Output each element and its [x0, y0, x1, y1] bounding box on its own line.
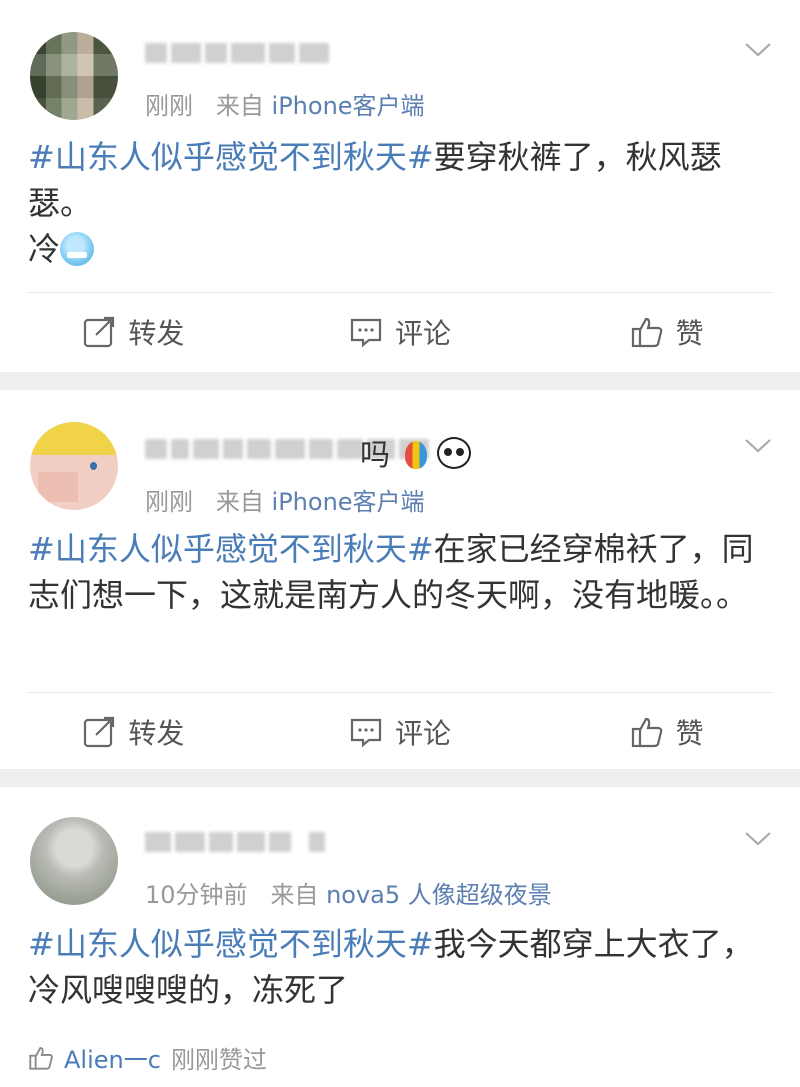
liked-by-row: Alien一c 刚刚赞过 — [28, 1040, 267, 1075]
comment-button[interactable]: 评论 — [267, 302, 534, 362]
comment-icon — [350, 318, 382, 348]
username-blurred[interactable] — [145, 40, 329, 66]
post-time: 10分钟前 — [145, 881, 248, 909]
comment-label: 评论 — [395, 717, 452, 750]
comment-button[interactable]: 评论 — [267, 702, 534, 762]
username-blurred[interactable] — [145, 829, 325, 855]
repost-button[interactable]: 转发 — [0, 702, 267, 762]
post-source[interactable]: iPhone客户端 — [272, 92, 425, 120]
repost-button[interactable]: 转发 — [0, 302, 267, 362]
weibo-post-2: 吗 刚刚 来自 iPhone客户端 #山东人似乎感觉不到秋天#在家已经穿棉袄了，… — [0, 390, 800, 769]
post-time: 刚刚 — [145, 92, 193, 120]
post-separator — [0, 372, 800, 390]
repost-label: 转发 — [128, 717, 185, 750]
post-meta: 刚刚 来自 iPhone客户端 — [145, 482, 425, 517]
like-icon — [631, 317, 663, 348]
source-prefix: 来自 — [270, 881, 319, 909]
topic-link[interactable]: #山东人似乎感觉不到秋天# — [28, 138, 434, 176]
topic-link[interactable]: #山东人似乎感觉不到秋天# — [28, 925, 434, 963]
post-source[interactable]: nova5 人像超级夜景 — [326, 881, 552, 909]
post-source[interactable]: iPhone客户端 — [272, 488, 425, 516]
cold-face-emoji — [60, 232, 95, 266]
like-label: 赞 — [675, 717, 704, 750]
like-label: 赞 — [675, 317, 704, 350]
action-bar: 转发 评论 赞 — [0, 702, 800, 762]
topic-link[interactable]: #山东人似乎感觉不到秋天# — [28, 530, 434, 568]
source-prefix: 来自 — [215, 92, 264, 120]
like-icon — [29, 1046, 53, 1070]
liked-text: 刚刚赞过 — [170, 1046, 267, 1074]
avatar[interactable] — [30, 32, 118, 120]
source-prefix: 来自 — [215, 488, 264, 516]
panda-emoji — [437, 437, 471, 469]
avatar[interactable] — [30, 422, 118, 510]
balloon-emoji — [405, 441, 427, 469]
like-button[interactable]: 赞 — [533, 302, 800, 362]
avatar[interactable] — [30, 817, 118, 905]
post-content: #山东人似乎感觉不到秋天#要穿秋裤了，秋风瑟瑟。 冷 — [28, 134, 760, 272]
post-content: #山东人似乎感觉不到秋天#我今天都穿上大衣了，冷风嗖嗖嗖的，冻死了 — [28, 921, 760, 1013]
post-time: 刚刚 — [145, 488, 193, 516]
divider — [28, 692, 772, 693]
post-content: #山东人似乎感觉不到秋天#在家已经穿棉袄了，同志们想一下，这就是南方人的冬天啊，… — [28, 526, 760, 618]
post-separator — [0, 769, 800, 787]
comment-icon — [350, 718, 382, 748]
divider — [28, 292, 772, 293]
post-meta: 10分钟前 来自 nova5 人像超级夜景 — [145, 875, 552, 910]
comment-label: 评论 — [395, 317, 452, 350]
like-icon — [631, 717, 663, 748]
weibo-post-1: 刚刚 来自 iPhone客户端 #山东人似乎感觉不到秋天#要穿秋裤了，秋风瑟瑟。… — [0, 0, 800, 372]
post-text-line2: 冷 — [28, 230, 61, 268]
liked-user[interactable]: Alien一c — [64, 1040, 161, 1075]
repost-icon — [84, 316, 115, 348]
repost-label: 转发 — [128, 317, 185, 350]
chevron-down-icon[interactable] — [744, 438, 772, 454]
like-button[interactable]: 赞 — [533, 702, 800, 762]
post-meta: 刚刚 来自 iPhone客户端 — [145, 86, 425, 121]
username-tail-text: 吗 — [360, 438, 391, 473]
chevron-down-icon[interactable] — [744, 831, 772, 847]
username-tail: 吗 — [360, 430, 471, 474]
chevron-down-icon[interactable] — [744, 42, 772, 58]
repost-icon — [84, 716, 115, 748]
action-bar: 转发 评论 赞 — [0, 302, 800, 362]
